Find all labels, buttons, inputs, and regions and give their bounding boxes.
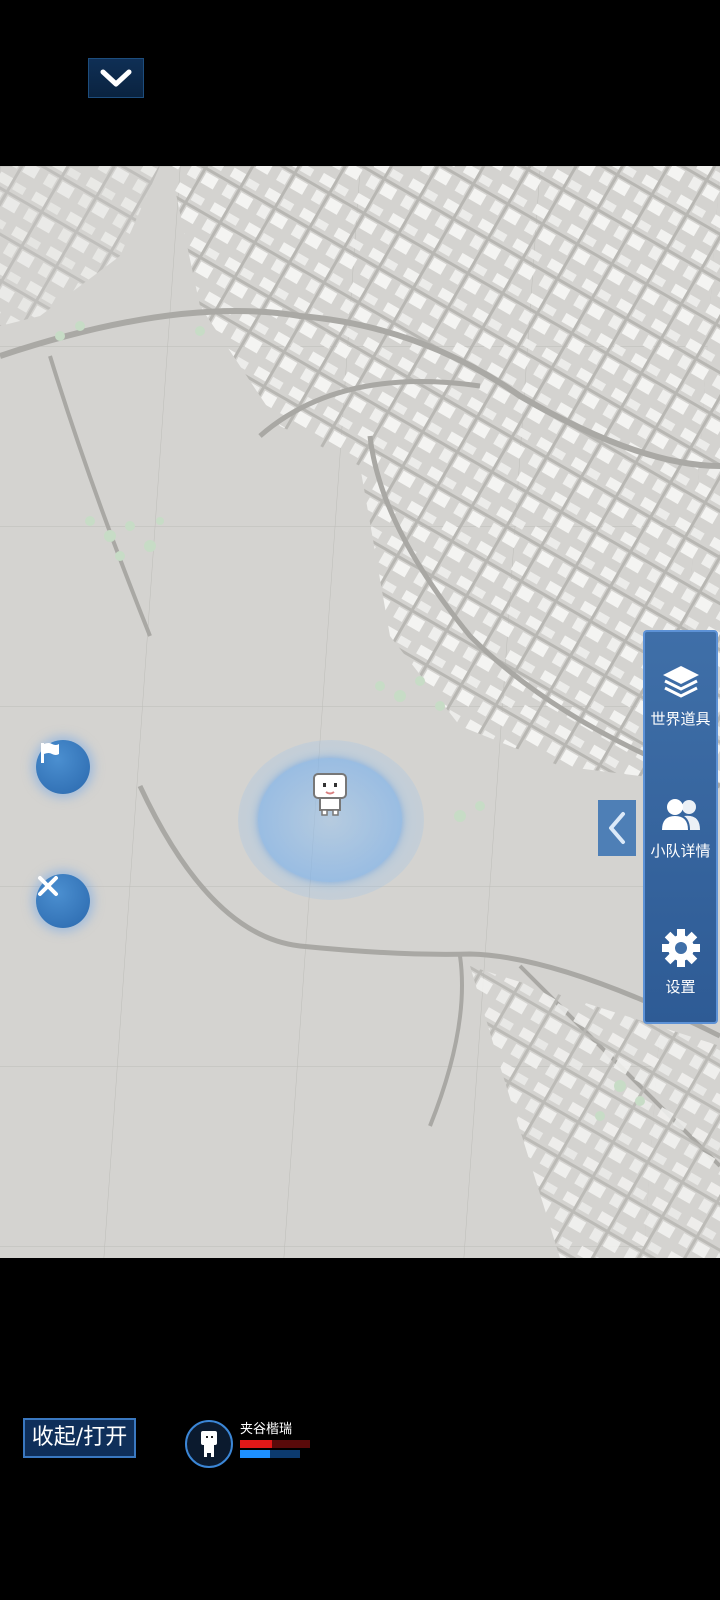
settings-label: 设置	[665, 978, 696, 996]
hp-bar-fill	[240, 1440, 272, 1448]
mp-bar-fill	[240, 1450, 270, 1458]
team-details-button[interactable]: 小队详情	[645, 796, 716, 861]
collapse-expand-button[interactable]: 收起/打开	[23, 1418, 136, 1458]
flag-button[interactable]	[36, 740, 90, 794]
chevron-left-icon	[609, 812, 625, 844]
team-icon	[661, 799, 700, 830]
flag-icon	[41, 743, 59, 763]
layers-icon	[662, 666, 699, 698]
gear-icon	[661, 929, 700, 967]
side-panel: 世界道具 小队详情 设置	[643, 630, 718, 1024]
side-panel-collapse-button[interactable]	[598, 800, 636, 856]
chevron-down-icon	[100, 69, 132, 87]
player-avatar[interactable]	[310, 770, 350, 816]
game-screen: 世界道具 小队详情 设置 收起/打开 夹谷楷瑞	[0, 0, 720, 1600]
team-member-name: 夹谷楷瑞	[240, 1422, 293, 1437]
world-items-label: 世界道具	[650, 710, 711, 728]
team-details-label: 小队详情	[650, 842, 711, 860]
world-items-button[interactable]: 世界道具	[645, 664, 716, 729]
team-member-avatar[interactable]	[185, 1420, 233, 1468]
collapse-top-button[interactable]	[88, 58, 144, 98]
world-map[interactable]	[0, 166, 720, 1258]
settings-button[interactable]: 设置	[645, 928, 716, 997]
character-icon	[201, 1431, 217, 1457]
close-button[interactable]	[36, 874, 90, 928]
map-render	[0, 166, 720, 1258]
close-icon	[38, 876, 58, 896]
